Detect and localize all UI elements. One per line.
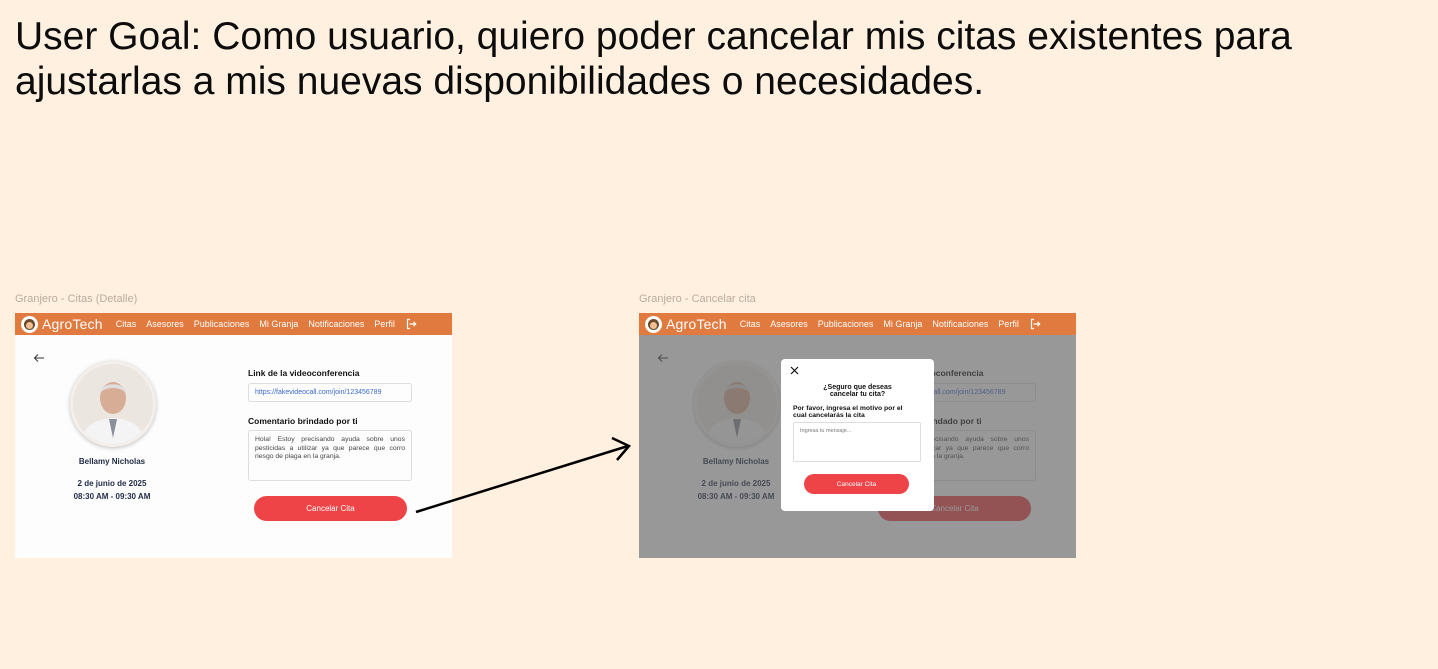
appointment-date: 2 de junio de 2025 <box>77 479 147 488</box>
cancel-appointment-button[interactable]: Cancelar Cita <box>254 496 407 521</box>
nav-item-perfil[interactable]: Perfil <box>374 319 395 329</box>
modal-title: ¿Seguro que deseas cancelar tu cita? <box>781 384 934 398</box>
link-title: Link de la videoconferencia <box>248 368 360 378</box>
flow-arrow-icon <box>415 436 632 514</box>
agrotech-logo-icon[interactable] <box>645 315 662 333</box>
nav-item-asesores[interactable]: Asesores <box>146 319 184 329</box>
cancel-appointment-screen: AgroTech Citas Asesores Publicaciones Mi… <box>639 313 1076 558</box>
navbar: AgroTech Citas Asesores Publicaciones Mi… <box>639 313 1076 335</box>
user-goal-heading: User Goal: Como usuario, quiero poder ca… <box>15 15 1292 103</box>
appointment-detail-screen: AgroTech Citas Asesores Publicaciones Mi… <box>15 313 452 558</box>
videocall-link[interactable]: https://fakevideocall.com/join/123456789 <box>248 383 412 402</box>
comment-title: Comentario brindado por ti <box>248 416 358 426</box>
nav-item-perfil[interactable]: Perfil <box>998 319 1019 329</box>
nav-item-asesores[interactable]: Asesores <box>770 319 808 329</box>
back-arrow-icon[interactable] <box>33 353 45 363</box>
frame-label-detail: Granjero - Citas (Detalle) <box>15 293 138 305</box>
modal-subtitle-line1: Por favor, ingresa el motivo por el <box>793 405 903 412</box>
nav-menu: Citas Asesores Publicaciones Mi Granja N… <box>116 319 405 329</box>
nav-item-citas[interactable]: Citas <box>740 319 761 329</box>
navbar: AgroTech Citas Asesores Publicaciones Mi… <box>15 313 452 335</box>
modal-title-line1: ¿Seguro que deseas <box>823 384 892 391</box>
nav-menu: Citas Asesores Publicaciones Mi Granja N… <box>740 319 1029 329</box>
nav-item-mi-granja[interactable]: Mi Granja <box>259 319 298 329</box>
frame-label-cancel: Granjero - Cancelar cita <box>639 293 756 305</box>
nav-item-citas[interactable]: Citas <box>116 319 137 329</box>
brand-name[interactable]: AgroTech <box>666 316 727 332</box>
modal-title-line2: cancelar tu cita? <box>829 391 886 398</box>
close-icon[interactable] <box>790 366 799 375</box>
advisor-name: Bellamy Nicholas <box>78 457 146 466</box>
cancel-reason-input[interactable]: Ingresa tu mensaje... <box>793 422 921 462</box>
nav-item-notificaciones[interactable]: Notificaciones <box>932 319 988 329</box>
logout-icon[interactable] <box>405 318 417 330</box>
nav-item-publicaciones[interactable]: Publicaciones <box>818 319 874 329</box>
comment-field[interactable]: Hola! Estoy precisando ayuda sobre unos … <box>248 430 412 481</box>
advisor-avatar <box>70 361 156 447</box>
modal-subtitle-line2: cual cancelarás la cita <box>793 412 865 419</box>
nav-item-notificaciones[interactable]: Notificaciones <box>308 319 364 329</box>
cancel-confirmation-modal: ¿Seguro que deseas cancelar tu cita? Por… <box>781 359 934 511</box>
logout-icon[interactable] <box>1029 318 1041 330</box>
nav-item-publicaciones[interactable]: Publicaciones <box>194 319 250 329</box>
brand-name[interactable]: AgroTech <box>42 316 103 332</box>
confirm-cancel-button[interactable]: Cancelar Cita <box>804 474 909 494</box>
agrotech-logo-icon[interactable] <box>21 315 38 333</box>
nav-item-mi-granja[interactable]: Mi Granja <box>883 319 922 329</box>
modal-subtitle: Por favor, ingresa el motivo por el cual… <box>793 405 925 419</box>
appointment-time: 08:30 AM - 09:30 AM <box>73 492 151 501</box>
